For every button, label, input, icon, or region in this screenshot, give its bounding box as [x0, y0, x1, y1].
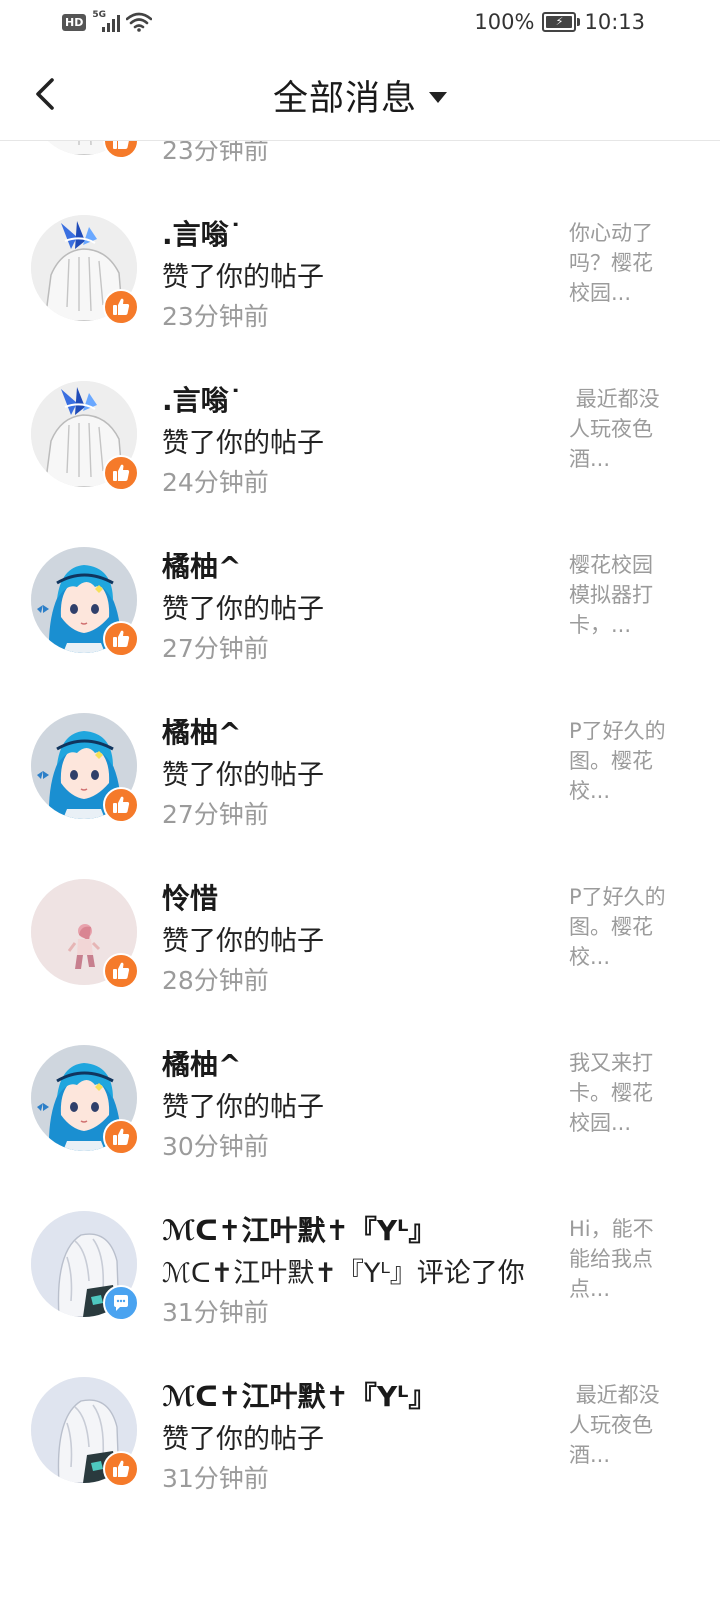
status-right: 100% ⚡ 10:13 [474, 10, 645, 34]
like-badge [103, 289, 139, 325]
action-text: 赞了你的帖子 [162, 594, 324, 625]
notification-list-inner: 赞了你的帖子23分钟前座是什么 呢？... .言嗡˙赞了你的帖子23分钟前你心动… [0, 140, 720, 1511]
like-badge [103, 455, 139, 491]
timestamp: 28分钟前 [162, 966, 269, 995]
like-icon [113, 464, 130, 481]
notification-row[interactable]: 怜惜赞了你的帖子 28分钟前 P了好久的 图。樱花 校... [0, 847, 720, 1013]
timestamp: 31分钟前 [162, 1298, 269, 1327]
post-preview: 最近都没 人玩夜色 酒... [569, 1383, 660, 1467]
user-name[interactable]: 怜惜 [162, 877, 218, 917]
like-icon [113, 630, 130, 647]
battery-icon: ⚡ [542, 12, 581, 32]
user-name[interactable]: 橘柚^ [162, 545, 241, 585]
action-text: 赞了你的帖子 [162, 926, 324, 957]
user-name[interactable]: ℳᑕ✝江叶默✝『Yᴸ』 [162, 1375, 436, 1415]
network-type: 5G [92, 10, 106, 20]
notification-row[interactable]: 橘柚^ 赞了你的帖子 27分钟前 P了好久的 图。樱花 校... [0, 681, 720, 847]
notification-row[interactable]: ℳᑕ✝江叶默✝『Yᴸ』 ℳᑕ✝江叶默✝『Yᴸ』评论了你 31分钟前 Hi，能不 能给我… [0, 1179, 720, 1345]
status-left: HD 5G [62, 10, 153, 32]
clock: 10:13 [584, 10, 645, 34]
post-preview: 最近都没 人玩夜色 酒... [569, 387, 660, 471]
filter-dropdown[interactable]: 全部消息 [0, 70, 720, 121]
post-preview: 你心动了 吗？樱花 校园... [569, 221, 653, 305]
action-text: 赞了你的帖子 [162, 760, 324, 791]
user-name[interactable]: 橘柚^ [162, 711, 241, 751]
signal-icon: 5G [92, 10, 121, 32]
user-name[interactable]: .言嗡˙ [162, 379, 243, 419]
user-name[interactable]: ℳᑕ✝江叶默✝『Yᴸ』 [162, 1209, 436, 1249]
notification-row[interactable]: 橘柚^ 赞了你的帖子 27分钟前 樱花校园 模拟器打 卡，... [0, 515, 720, 681]
comment-icon [114, 1295, 128, 1311]
timestamp: 24分钟前 [162, 468, 269, 497]
like-badge [103, 953, 139, 989]
notification-row[interactable]: .言嗡˙ 赞了你的帖子 23分钟前 你心动了 吗？樱花 校园... [0, 183, 720, 349]
like-icon [113, 796, 130, 813]
like-badge [103, 787, 139, 823]
user-name[interactable]: .言嗡˙ [162, 213, 243, 253]
header: 全部消息 [0, 48, 720, 141]
notification-row[interactable]: 橘柚^ 赞了你的帖子 30分钟前 我又来打 卡。樱花 校园... [0, 1013, 720, 1179]
action-text: 赞了你的帖子 [162, 428, 324, 459]
like-icon [113, 1128, 130, 1145]
like-icon [113, 1460, 130, 1477]
battery-percent: 100% [474, 10, 535, 34]
comment-badge [103, 1285, 139, 1321]
timestamp: 27分钟前 [162, 634, 269, 663]
like-badge [103, 1119, 139, 1155]
post-preview: 我又来打 卡。樱花 校园... [569, 1051, 653, 1135]
post-preview: P了好久的 图。樱花 校... [569, 719, 666, 803]
user-name[interactable]: 橘柚^ [162, 1043, 241, 1083]
action-text: 赞了你的帖子 [162, 1424, 324, 1455]
notification-list[interactable]: 赞了你的帖子23分钟前座是什么 呢？... .言嗡˙赞了你的帖子23分钟前你心动… [0, 140, 720, 1600]
like-badge [103, 1451, 139, 1487]
like-icon [113, 140, 130, 149]
action-text: 赞了你的帖子 [162, 1092, 324, 1123]
status-bar: HD 5G 100% ⚡ 10:13 [0, 0, 720, 48]
post-preview: P了好久的 图。樱花 校... [569, 885, 666, 969]
hd-icon: HD [62, 13, 87, 31]
action-text: ℳᑕ✝江叶默✝『Yᴸ』评论了你 [162, 1258, 525, 1289]
like-badge [103, 621, 139, 657]
post-preview: Hi，能不 能给我点 点... [569, 1217, 654, 1301]
timestamp: 23分钟前 [162, 302, 269, 331]
like-icon [113, 298, 130, 315]
notification-row[interactable]: ℳᑕ✝江叶默✝『Yᴸ』赞了你的帖子 31分钟前 最近都没 人玩夜色 酒... [0, 1345, 720, 1511]
post-preview: 樱花校园 模拟器打 卡，... [569, 553, 653, 637]
timestamp: 23分钟前 [162, 140, 269, 165]
timestamp: 27分钟前 [162, 800, 269, 829]
page-title: 全部消息 [272, 79, 417, 119]
timestamp: 31分钟前 [162, 1464, 269, 1493]
action-text: 赞了你的帖子 [162, 262, 324, 293]
like-icon [113, 962, 130, 979]
notification-row[interactable]: .言嗡˙ 赞了你的帖子 24分钟前 最近都没 人玩夜色 酒... [0, 349, 720, 515]
timestamp: 30分钟前 [162, 1132, 269, 1161]
wifi-icon [126, 12, 153, 32]
notification-row[interactable]: 赞了你的帖子23分钟前座是什么 呢？... [0, 140, 720, 183]
like-badge [103, 140, 139, 159]
caret-down-icon [429, 92, 447, 103]
